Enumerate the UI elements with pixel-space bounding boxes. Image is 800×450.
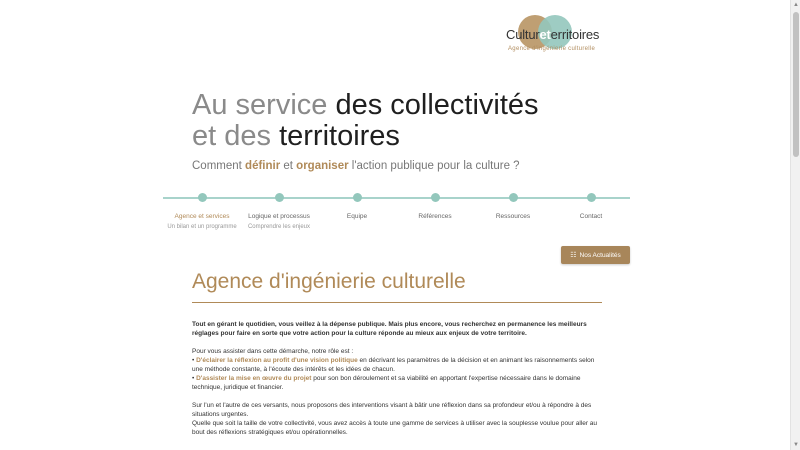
scrollbar-thumb[interactable] xyxy=(793,12,799,157)
nav-item-references[interactable]: Références xyxy=(396,193,474,220)
nav-item-agence[interactable]: Agence et services Un bilan et un progra… xyxy=(163,193,241,230)
scroll-down-icon[interactable]: ▼ xyxy=(793,442,799,448)
site-logo[interactable]: Cultureterritoires Agence d'ingénierie c… xyxy=(504,13,614,57)
nav-dot xyxy=(352,193,362,202)
closing-paragraph: Sur l'un et l'autre de ces versants, nou… xyxy=(192,402,598,436)
nav-label: Logique et processus xyxy=(248,213,310,220)
intro-paragraph: Tout en gérant le quotidien, vous veille… xyxy=(192,321,587,337)
nav-sublabel[interactable]: Un bilan et un programme xyxy=(163,224,241,230)
logo-wordmark: Cultureterritoires xyxy=(506,27,600,42)
scrollbar[interactable]: ▲ ▼ xyxy=(790,0,800,450)
nav-label: Références xyxy=(418,213,452,220)
nav-sublabel[interactable]: Comprendre les enjeux xyxy=(240,224,318,230)
page-title: Au service des collectivités et des terr… xyxy=(192,89,539,152)
news-button[interactable]: ☷ Nos Actualités xyxy=(561,246,630,264)
nav-dot xyxy=(430,193,440,202)
nav-dot xyxy=(586,193,596,202)
content-section: Agence d'ingénierie culturelle Tout en g… xyxy=(192,270,602,446)
nav-label: Agence et services xyxy=(174,213,230,220)
news-button-label: Nos Actualités xyxy=(579,251,621,259)
section-body: Tout en gérant le quotidien, vous veille… xyxy=(192,320,602,437)
assist-paragraph: Pour vous assister dans cette démarche, … xyxy=(192,348,595,391)
nav-item-contact[interactable]: Contact xyxy=(552,193,630,220)
section-divider xyxy=(192,302,602,303)
nav-item-equipe[interactable]: Equipe xyxy=(318,193,396,220)
page-subtitle: Comment définir et organiser l'action pu… xyxy=(192,160,520,172)
nav-item-logique[interactable]: Logique et processus Comprendre les enje… xyxy=(240,193,318,230)
nav-label: Equipe xyxy=(346,213,368,220)
nav-label: Ressources xyxy=(495,213,531,220)
nav-dot xyxy=(274,193,284,202)
logo-tagline: Agence d'ingénierie culturelle xyxy=(508,46,596,52)
nav-item-ressources[interactable]: Ressources xyxy=(474,193,552,220)
scroll-up-icon[interactable]: ▲ xyxy=(793,2,799,8)
news-icon: ☷ xyxy=(570,252,577,259)
nav-dot xyxy=(508,193,518,202)
nav-label: Contact xyxy=(579,213,603,220)
nav-dot xyxy=(197,193,207,202)
section-title: Agence d'ingénierie culturelle xyxy=(192,270,466,293)
hero: Au service des collectivités et des terr… xyxy=(192,89,612,173)
main-nav: Agence et services Un bilan et un progra… xyxy=(163,193,630,233)
